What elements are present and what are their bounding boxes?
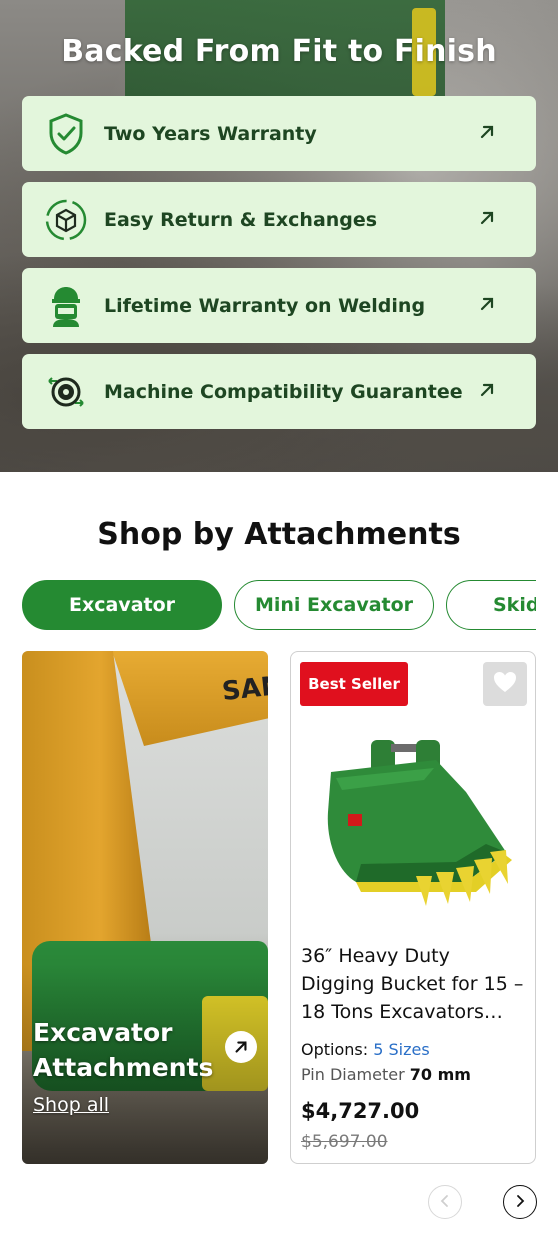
benefit-two-years-warranty[interactable]: Two Years Warranty [22,96,536,171]
arrow-up-right-icon [478,295,496,313]
benefit-label: Machine Compatibility Guarantee [104,380,463,403]
shield-check-icon [42,110,90,158]
arrow-up-right-icon [478,381,496,399]
product-options: Options: 5 Sizes [301,1040,430,1059]
carousel-prev-button[interactable] [428,1185,462,1219]
box-return-icon [42,196,90,244]
benefit-easy-return[interactable]: Easy Return & Exchanges [22,182,536,257]
tab-mini-excavator[interactable]: Mini Excavator [234,580,434,630]
benefit-label: Easy Return & Exchanges [104,208,378,231]
arrow-up-right-icon[interactable] [225,1031,257,1063]
welder-icon [42,282,90,330]
hero-title: Backed From Fit to Finish [61,34,497,69]
options-value[interactable]: 5 Sizes [373,1040,429,1059]
product-pin-diameter: Pin Diameter 70 mm [301,1065,471,1084]
gear-arrows-icon [42,368,90,416]
heart-icon [492,670,518,698]
benefit-label: Lifetime Warranty on Welding [104,294,426,317]
arrow-up-right-icon [478,209,496,227]
product-old-price: $5,697.00 [301,1132,388,1152]
hero-section: Backed From Fit to Finish Two Years Warr… [0,0,558,472]
pin-value: 70 mm [409,1065,471,1084]
product-image-bucket[interactable] [316,732,516,912]
product-card[interactable]: Best Seller 36″ Heavy Duty Digging Bucke… [290,651,536,1164]
product-price: $4,727.00 [301,1099,420,1123]
arrow-up-right-icon [478,123,496,141]
benefit-lifetime-welding[interactable]: Lifetime Warranty on Welding [22,268,536,343]
tab-skid[interactable]: Skid [446,580,536,630]
benefit-machine-compatibility[interactable]: Machine Compatibility Guarantee [22,354,536,429]
chevron-right-icon [513,1193,527,1212]
shop-all-link[interactable]: Shop all [33,1094,109,1116]
carousel-next-button[interactable] [503,1185,537,1219]
chevron-left-icon [438,1193,452,1212]
wishlist-button[interactable] [483,662,527,706]
benefit-label: Two Years Warranty [104,122,317,145]
product-title[interactable]: 36″ Heavy Duty Digging Bucket for 15 – 1… [301,942,529,1026]
best-seller-badge: Best Seller [300,662,408,706]
tab-excavator[interactable]: Excavator [22,580,222,630]
promo-card-excavator[interactable]: SANY Excavator Attachments Shop all [22,651,268,1164]
pin-label: Pin Diameter [301,1065,405,1084]
category-tabs: Excavator Mini Excavator Skid [22,580,536,630]
promo-title: Excavator Attachments [33,1018,214,1082]
section-title: Shop by Attachments [97,517,461,552]
options-label: Options: [301,1040,369,1059]
